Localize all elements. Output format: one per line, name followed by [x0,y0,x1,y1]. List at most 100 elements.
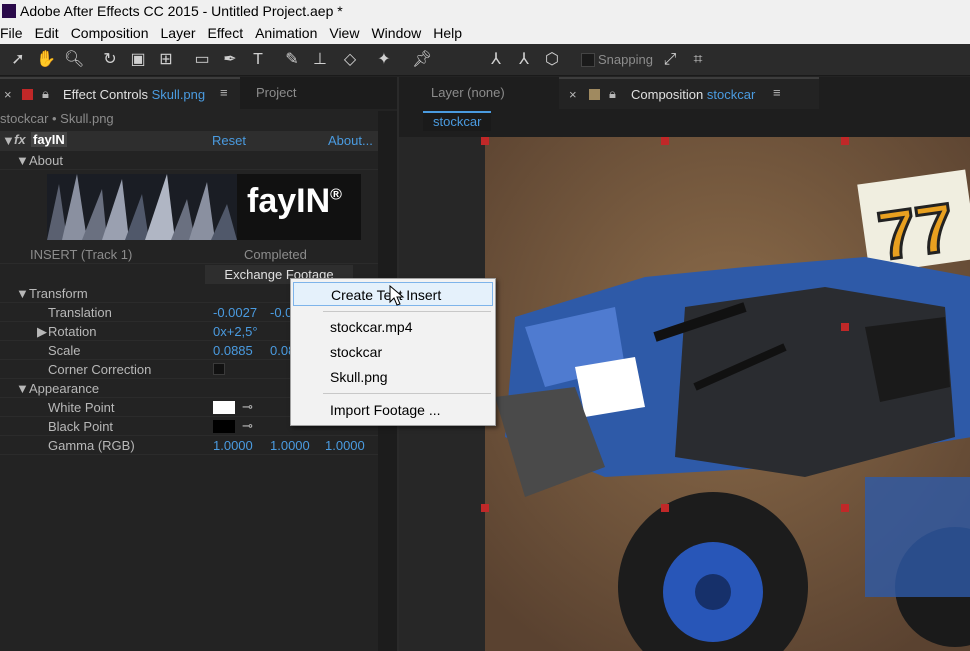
footage-frame: 77 [485,137,970,651]
disclosure-down-icon[interactable]: ▼ [16,381,29,396]
tab-project[interactable]: Project [256,85,296,100]
axis-world-icon[interactable]: ⅄ [514,50,534,70]
rotation-label: Rotation [48,324,97,339]
corner-correction-checkbox[interactable] [213,363,225,375]
close-tab-icon[interactable]: × [569,87,577,102]
menu-view[interactable]: View [329,25,365,41]
corner-correction-label: Corner Correction [48,362,152,377]
layer-handle[interactable] [481,504,489,512]
lock-icon[interactable]: 🔒︎ [42,86,49,102]
window-title: Adobe After Effects CC 2015 - Untitled P… [20,3,343,19]
disclosure-down-icon[interactable]: ▼ [2,133,15,148]
gamma-label: Gamma (RGB) [48,438,135,453]
composition-subtab[interactable]: stockcar [423,111,492,131]
tab-composition-label: Composition stockcar [631,87,756,102]
breadcrumb: stockcar • Skull.png [0,111,114,126]
gamma-g-value[interactable]: 1.0000 [270,438,310,453]
type-tool-icon[interactable]: T [248,50,268,70]
rotation-value[interactable]: 0x+2,5° [213,324,258,339]
tab-layer[interactable]: Layer (none) [431,85,505,100]
label-color-swatch [589,89,600,100]
black-point-label: Black Point [48,419,114,434]
close-tab-icon[interactable]: × [4,87,12,102]
brush-tool-icon[interactable]: ✎ [282,50,302,70]
camera-tool-icon[interactable]: ▣ [128,50,148,70]
snapping-label: Snapping [598,52,653,67]
gamma-r-value[interactable]: 1.0000 [213,438,253,453]
selection-tool-icon[interactable]: ➚ [8,50,28,70]
disclosure-right-icon[interactable]: ▶ [37,324,47,340]
layer-handle[interactable] [481,137,489,145]
puppet-pin-tool-icon[interactable]: 📌︎ [412,50,432,70]
tab-composition[interactable]: × 🔒︎ Composition stockcar ≡ [559,77,819,109]
layer-handle[interactable] [661,504,669,512]
tools-panel: ➚ ✋ 🔍︎ ↻ ▣ ⊞ ▭ ✒ T ✎ ⊥ ◇ ✦ 📌︎ ⅄ ⅄ ⬡ Snap… [0,44,970,76]
pan-behind-tool-icon[interactable]: ⊞ [156,50,176,70]
menu-effect[interactable]: Effect [208,25,250,41]
axis-view-icon[interactable]: ⬡ [542,50,562,70]
disclosure-down-icon[interactable]: ▼ [16,286,29,301]
title-bar: Adobe After Effects CC 2015 - Untitled P… [0,0,970,22]
menu-layer[interactable]: Layer [161,25,202,41]
lock-icon[interactable]: 🔒︎ [609,86,616,102]
menu-item-import-footage[interactable]: Import Footage ... [293,398,493,422]
rotation-tool-icon[interactable]: ↻ [100,50,120,70]
translation-x-value[interactable]: -0.0027 [213,305,257,320]
menu-animation[interactable]: Animation [255,25,323,41]
hand-tool-icon[interactable]: ✋ [36,50,56,70]
layer-handle[interactable] [661,137,669,145]
after-effects-app-icon [2,4,16,18]
tab-effect-controls-label: Effect Controls Skull.png [63,87,206,102]
menu-item-skull-png[interactable]: Skull.png [293,365,493,389]
panel-menu-icon[interactable]: ≡ [773,85,781,100]
translation-label: Translation [48,305,112,320]
eyedropper-icon[interactable]: ⊸ [242,399,253,415]
menu-window[interactable]: Window [371,25,427,41]
gamma-b-value[interactable]: 1.0000 [325,438,365,453]
stockcar-image: 77 [485,137,970,651]
effect-header-row[interactable]: ▼ fx fayIN Reset About... [0,131,380,151]
menu-item-stockcar[interactable]: stockcar [293,340,493,364]
black-point-swatch[interactable] [213,420,235,433]
menu-separator [323,311,491,312]
insert-status: Completed [244,247,307,262]
menu-bar: File Edit Composition Layer Effect Anima… [0,22,970,44]
insert-row: INSERT (Track 1) Completed [0,245,380,264]
left-tab-row: × 🔒︎ Effect Controls Skull.png ≡ Project [0,77,397,109]
menu-file[interactable]: File [0,25,29,41]
axis-local-icon[interactable]: ⅄ [486,50,506,70]
panel-menu-icon[interactable]: ≡ [220,85,228,100]
about-section-row[interactable]: ▼ About [0,151,380,170]
tab-effect-controls[interactable]: × 🔒︎ Effect Controls Skull.png ≡ [0,77,240,109]
pen-tool-icon[interactable]: ✒ [220,50,240,70]
spikes-graphic [47,174,237,240]
layer-handle[interactable] [841,323,849,331]
layer-handle[interactable] [841,137,849,145]
about-section-label: About [29,153,63,168]
menu-item-stockcar-mp4[interactable]: stockcar.mp4 [293,315,493,339]
disclosure-down-icon[interactable]: ▼ [16,153,29,168]
eraser-tool-icon[interactable]: ◇ [340,50,360,70]
snap-options-icon[interactable]: ⤢ [660,50,680,70]
menu-edit[interactable]: Edit [35,25,65,41]
transform-section-label: Transform [29,286,88,301]
rectangle-tool-icon[interactable]: ▭ [192,50,212,70]
white-point-swatch[interactable] [213,401,235,414]
eyedropper-icon[interactable]: ⊸ [242,418,253,434]
clone-stamp-tool-icon[interactable]: ⊥ [310,50,330,70]
scale-x-value[interactable]: 0.0885 [213,343,253,358]
snap-target-icon[interactable]: ⌗ [688,50,708,70]
roto-brush-tool-icon[interactable]: ✦ [374,50,394,70]
layer-handle[interactable] [841,504,849,512]
menu-composition[interactable]: Composition [71,25,155,41]
effect-name: fayIN [31,132,67,147]
zoom-tool-icon[interactable]: 🔍︎ [64,50,84,70]
logo-text: fayIN® [247,182,342,220]
reset-link[interactable]: Reset [212,133,246,148]
fx-icon[interactable]: fx [14,132,26,147]
menu-help[interactable]: Help [433,25,468,41]
about-link[interactable]: About... [328,133,373,148]
snapping-checkbox[interactable] [581,53,595,67]
insert-label: INSERT (Track 1) [30,247,133,262]
fayin-logo: fayIN® [47,174,361,240]
